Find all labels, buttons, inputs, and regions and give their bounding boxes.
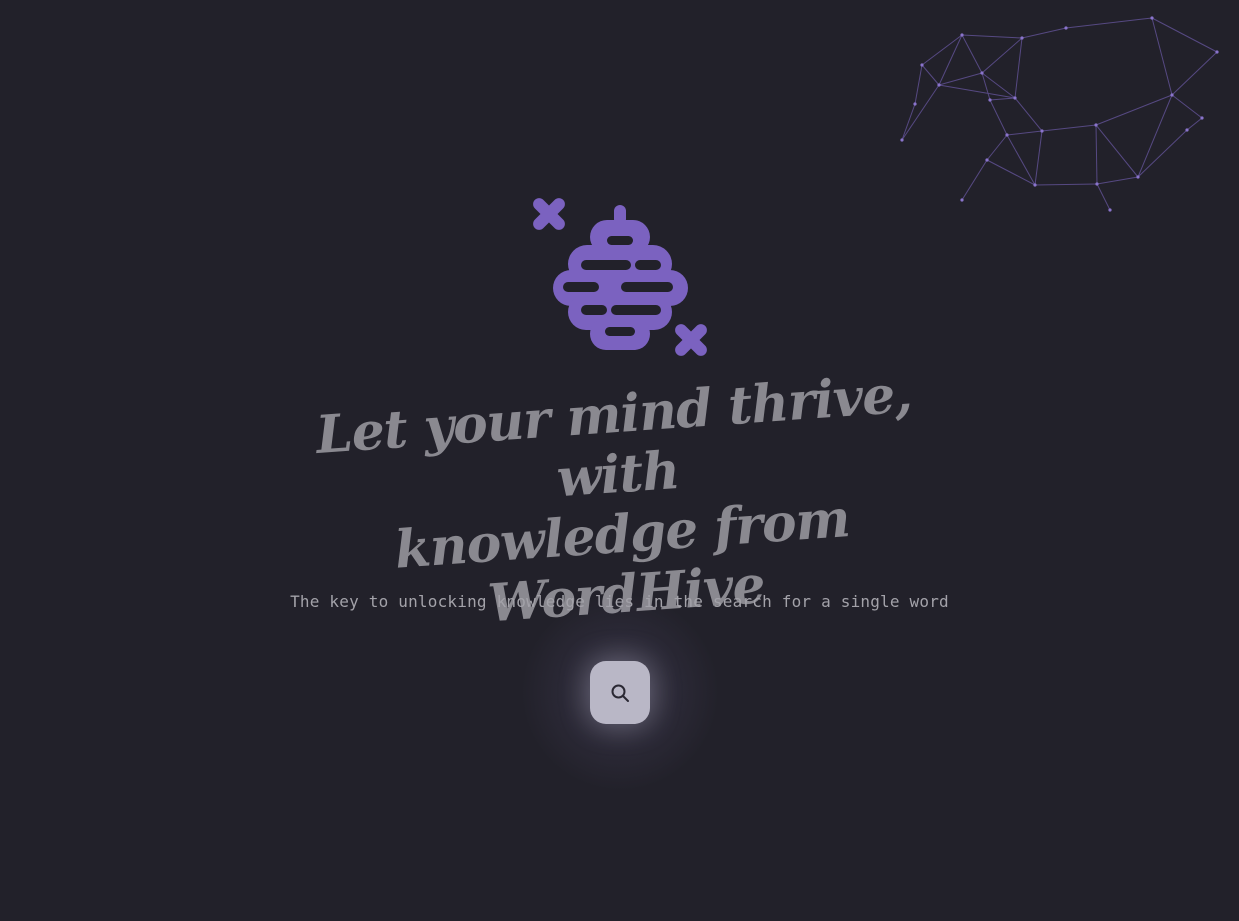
network-line [921,64,940,86]
network-node [1170,93,1174,97]
network-node [1094,123,1098,127]
network-node [1020,36,1024,40]
network-line [961,159,988,201]
network-node [1215,50,1219,54]
network-line [1006,130,1043,136]
network-node [960,198,964,202]
network-line [1095,124,1098,185]
network-line [1014,37,1023,99]
network-node [960,33,964,37]
network-line [901,84,940,141]
landing-page: Let your mind thrive, with knowledge fro… [0,0,1239,921]
constellation-network-graphic [900,16,1219,212]
network-line [1014,97,1043,132]
network-line [1096,183,1111,211]
network-node [1005,133,1009,137]
network-node [1200,116,1204,120]
network-node [1185,128,1189,132]
network-node [1150,16,1154,20]
network-line [938,34,963,86]
network-node [1095,182,1099,186]
network-line [1065,17,1153,29]
network-node [913,102,917,106]
network-node [1108,208,1112,212]
network-line [961,34,1023,39]
network-line [1095,124,1139,178]
network-line [1095,94,1173,126]
network-line [989,99,1008,136]
network-node [1033,183,1037,187]
search-button[interactable] [590,661,650,724]
network-node [1040,129,1044,133]
network-node [980,71,984,75]
network-line [961,34,983,74]
network-node [937,83,941,87]
wordhive-logo-icon [533,198,707,356]
network-node [988,98,992,102]
network-line [981,37,1023,74]
network-node [920,63,924,67]
network-node [985,158,989,162]
network-line [938,72,983,86]
network-line [914,64,923,105]
network-line [989,97,1016,101]
network-line [938,84,1016,99]
network-line [981,72,991,101]
network-line [1171,51,1218,96]
network-line [1034,183,1098,186]
search-icon [611,684,629,702]
network-line [1096,176,1139,185]
network-node [900,138,904,142]
network-node [1064,26,1068,30]
network-line [1137,129,1188,178]
network-line [1171,94,1203,119]
network-node [1013,96,1017,100]
network-line [1151,17,1218,53]
network-line [901,103,916,141]
network-line [1186,117,1203,131]
network-line [921,34,963,66]
network-line [1151,17,1173,96]
network-line [986,134,1008,161]
network-line [1137,94,1173,178]
network-line [981,72,1016,99]
network-line [1034,130,1043,186]
network-node [1136,175,1140,179]
network-line [1021,27,1067,39]
network-line [1041,124,1097,132]
